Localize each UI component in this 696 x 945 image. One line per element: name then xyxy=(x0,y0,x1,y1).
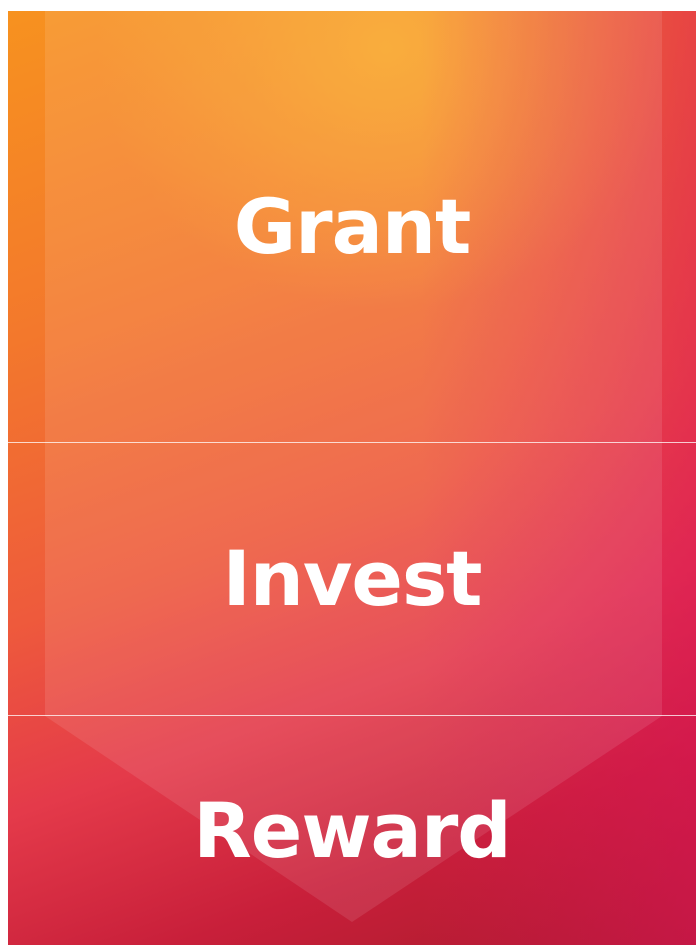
divider-grant-invest xyxy=(8,442,696,443)
stage-label-reward: Reward xyxy=(193,786,511,875)
stage-label-grant: Grant xyxy=(233,182,472,271)
funnel-diagram: Grant Invest Reward xyxy=(8,11,696,945)
divider-invest-reward xyxy=(8,715,696,716)
stage-label-invest: Invest xyxy=(222,534,482,623)
